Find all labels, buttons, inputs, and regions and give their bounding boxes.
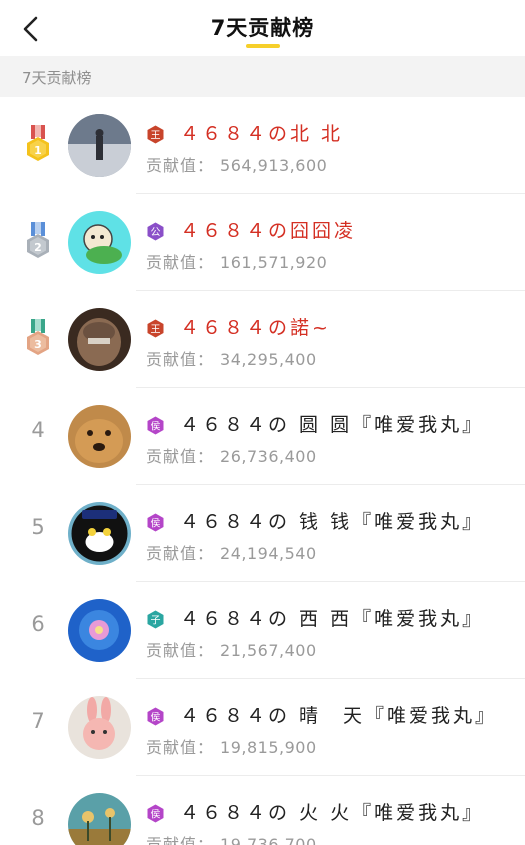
section-label: 7天贡献榜 (22, 69, 92, 87)
user-name: ４６８４の北 北 (180, 123, 344, 145)
leaderboard-row[interactable]: 4 侯 ４６８４の 圆 圆『唯爱我丸』 贡献值： 26,736,400 (0, 388, 525, 485)
contribution-value: 贡献值： 161,571,920 (146, 249, 327, 273)
rank-number: 6 (31, 612, 45, 636)
avatar[interactable] (68, 599, 131, 662)
svg-text:侯: 侯 (151, 808, 161, 821)
app-header: 7天贡献榜 (0, 0, 525, 56)
svg-text:侯: 侯 (151, 517, 161, 530)
contribution-value: 贡献值： 19,736,700 (146, 831, 317, 845)
contribution-number: 564,913,600 (220, 156, 328, 175)
leaderboard-list: 1 王 ４６８４の北 北 贡献值： 564,913,600 2 公 ４６８４の囧… (0, 97, 525, 845)
contribution-number: 161,571,920 (220, 253, 328, 272)
user-name: ４６８４の 火 火『唯爱我丸』 (180, 802, 485, 824)
contribution-value: 贡献值： 21,567,400 (146, 637, 317, 661)
contribution-number: 34,295,400 (220, 350, 317, 369)
avatar[interactable] (68, 211, 131, 274)
contribution-value: 贡献值： 19,815,900 (146, 734, 317, 758)
contribution-number: 19,815,900 (220, 738, 317, 757)
user-name: ４６８４の 钱 钱『唯爱我丸』 (180, 511, 485, 533)
contribution-label: 贡献值： (146, 156, 215, 175)
leaderboard-row[interactable]: 8 侯 ４６８４の 火 火『唯爱我丸』 贡献值： 19,736,700 (0, 776, 525, 845)
leaderboard-row[interactable]: 2 公 ４６８４の囧囧凌 贡献值： 161,571,920 (0, 194, 525, 291)
contribution-number: 26,736,400 (220, 447, 317, 466)
contribution-value: 贡献值： 26,736,400 (146, 443, 317, 467)
svg-text:王: 王 (151, 131, 161, 142)
svg-text:2: 2 (34, 241, 42, 254)
contribution-number: 24,194,540 (220, 544, 317, 563)
contribution-value: 贡献值： 24,194,540 (146, 540, 317, 564)
leaderboard-row[interactable]: 7 侯 ４６８４の 晴 天『唯爱我丸』 贡献值： 19,815,900 (0, 679, 525, 776)
contribution-label: 贡献值： (146, 350, 215, 369)
svg-text:侯: 侯 (151, 420, 161, 433)
svg-text:子: 子 (151, 615, 161, 627)
rank-number: 8 (31, 806, 45, 830)
contribution-number: 21,567,400 (220, 641, 317, 660)
svg-text:公: 公 (151, 228, 161, 239)
rank-number: 4 (31, 418, 45, 442)
silver-medal-icon: 2 (22, 222, 54, 264)
marquis-badge-icon: 侯 (146, 707, 165, 726)
leaderboard-row[interactable]: 5 侯 ４６８４の 钱 钱『唯爱我丸』 贡献值： 24,194,540 (0, 485, 525, 582)
marquis-badge-icon: 侯 (146, 416, 165, 435)
svg-text:3: 3 (34, 338, 42, 351)
contribution-label: 贡献值： (146, 544, 215, 563)
contribution-label: 贡献值： (146, 835, 215, 845)
avatar[interactable] (68, 308, 131, 371)
user-name: ４６８４の諾~ (180, 317, 331, 339)
user-name: ４６８４の囧囧凌 (180, 220, 357, 242)
king-badge-icon: 王 (146, 125, 165, 144)
user-name: ４６８４の 西 西『唯爱我丸』 (180, 608, 485, 630)
svg-text:侯: 侯 (151, 711, 161, 724)
avatar[interactable] (68, 405, 131, 468)
leaderboard-row[interactable]: 1 王 ４６８４の北 北 贡献值： 564,913,600 (0, 97, 525, 194)
gold-medal-icon: 1 (22, 125, 54, 167)
avatar[interactable] (68, 114, 131, 177)
contribution-label: 贡献值： (146, 738, 215, 757)
king-badge-icon: 王 (146, 319, 165, 338)
user-name: ４６８４の 晴 天『唯爱我丸』 (180, 705, 498, 727)
svg-text:王: 王 (151, 325, 161, 336)
section-header: 7天贡献榜 (0, 56, 525, 97)
contribution-number: 19,736,700 (220, 835, 317, 845)
contribution-value: 贡献值： 564,913,600 (146, 152, 327, 176)
page-title: 7天贡献榜 (210, 16, 315, 40)
rank-number: 7 (31, 709, 45, 733)
rank-number: 5 (31, 515, 45, 539)
duke-badge-icon: 公 (146, 222, 165, 241)
title-underline (246, 44, 280, 48)
svg-text:1: 1 (34, 144, 42, 157)
contribution-label: 贡献值： (146, 253, 215, 272)
contribution-label: 贡献值： (146, 447, 215, 466)
user-name: ４６８４の 圆 圆『唯爱我丸』 (180, 414, 485, 436)
viscount-badge-icon: 子 (146, 610, 165, 629)
contribution-value: 贡献值： 34,295,400 (146, 346, 317, 370)
marquis-badge-icon: 侯 (146, 513, 165, 532)
avatar[interactable] (68, 793, 131, 845)
leaderboard-row[interactable]: 6 子 ４６８４の 西 西『唯爱我丸』 贡献值： 21,567,400 (0, 582, 525, 679)
marquis-badge-icon: 侯 (146, 804, 165, 823)
avatar[interactable] (68, 696, 131, 759)
avatar[interactable] (68, 502, 131, 565)
leaderboard-row[interactable]: 3 王 ４６８４の諾~ 贡献值： 34,295,400 (0, 291, 525, 388)
bronze-medal-icon: 3 (22, 319, 54, 361)
contribution-label: 贡献值： (146, 641, 215, 660)
